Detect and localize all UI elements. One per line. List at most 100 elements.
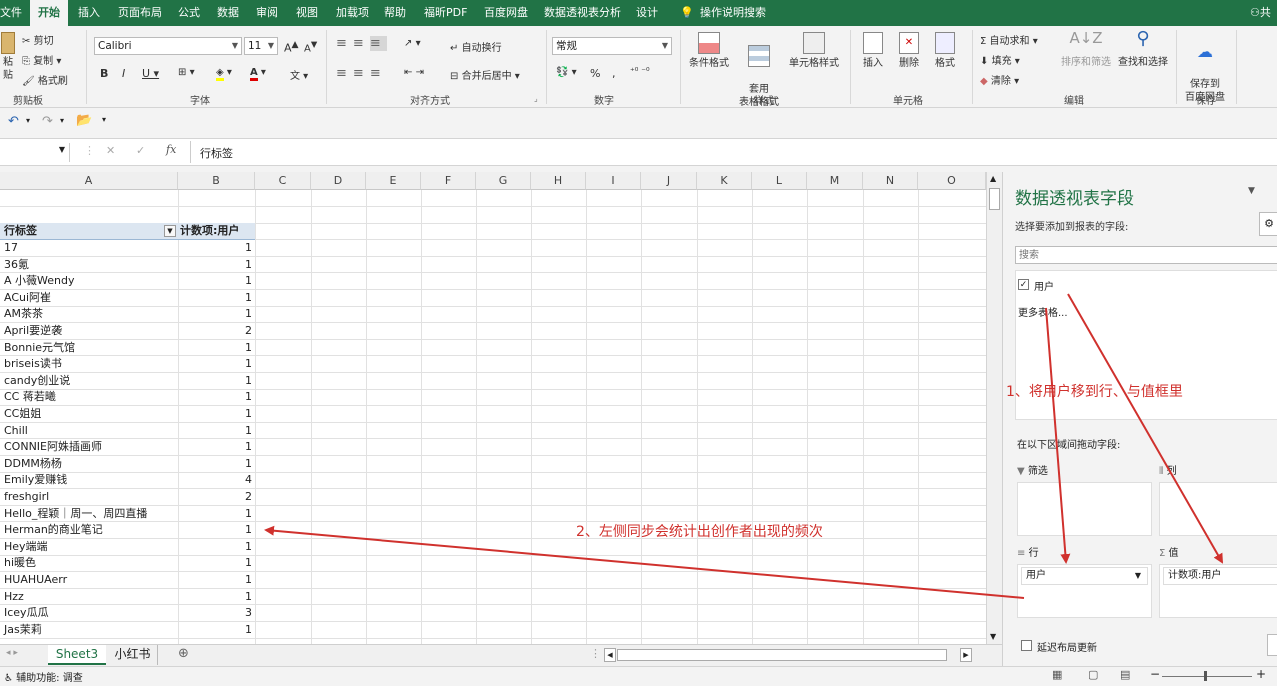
pivot-row-label[interactable]: Herman的商业笔记 [4,522,103,538]
sheet-tab-sheet3[interactable]: Sheet3 [48,645,106,665]
vertical-align-buttons[interactable]: ≡≡≡ [336,36,387,51]
worksheet-grid[interactable]: A B C D E F G H I J K L M N O 行标签 ▼ 计数项:… [0,172,986,644]
insert-cells-button[interactable]: 插入 [856,32,890,70]
pivot-row-label[interactable]: CC姐姐 [4,406,41,422]
pivot-row-label[interactable]: Chill [4,423,28,439]
accounting-format-button[interactable]: 💱 ▾ [556,67,577,78]
pivot-row-count[interactable]: 1 [180,340,252,356]
pivot-row-count[interactable]: 1 [180,439,252,455]
split-handle-icon[interactable]: ⋮ [590,647,601,660]
pivot-row-label[interactable]: candy创业说 [4,373,70,389]
fill-button[interactable]: ⬇ 填充 ▾ [980,52,1020,67]
column-header-m[interactable]: M [807,172,863,190]
column-header-d[interactable]: D [311,172,366,190]
copy-button[interactable]: ⎘ 复制 ▾ [22,52,61,67]
cancel-icon[interactable]: ✕ [106,144,115,157]
font-size-combo[interactable]: 11▼ [244,37,278,55]
column-header-e[interactable]: E [366,172,421,190]
scroll-thumb[interactable] [989,188,1000,210]
zoom-in-icon[interactable]: + [1256,667,1266,681]
decrease-font-button[interactable]: A▼ [304,39,317,54]
folder-icon[interactable]: 📂 [76,113,92,128]
pivot-row-label[interactable]: Hey端端 [4,539,48,555]
pivot-row-count[interactable]: 1 [180,456,252,472]
column-header-o[interactable]: O [918,172,986,190]
font-color-button[interactable]: A ▾ [250,67,266,78]
undo-icon[interactable]: ↶ [8,114,19,129]
pivot-row-count[interactable]: 1 [180,572,252,588]
border-button[interactable]: ⊞ ▾ [178,67,195,78]
pivot-row-label[interactable]: Emily爱赚钱 [4,472,67,488]
rows-area[interactable]: 用户▼ [1017,564,1152,618]
column-header-f[interactable]: F [421,172,476,190]
column-header-g[interactable]: G [476,172,531,190]
gear-icon[interactable]: ⚙ [1259,212,1277,236]
indent-buttons[interactable]: ⇤ ⇥ [404,67,424,78]
pivot-row-count[interactable]: 1 [180,273,252,289]
pivot-row-count[interactable]: 1 [180,389,252,405]
increase-font-button[interactable]: A▲ [284,39,299,55]
vertical-scrollbar[interactable]: ▲ ▼ [986,172,1002,644]
pivot-row-count[interactable]: 1 [180,539,252,555]
normal-view-icon[interactable]: ▦ [1052,668,1062,681]
columns-area[interactable] [1159,482,1277,536]
filter-dropdown-icon[interactable]: ▼ [164,225,176,237]
pivot-row-label[interactable]: Hello_程颖｜周一、周四直播 [4,506,147,522]
pivot-row-label[interactable]: Hzz [4,589,24,605]
tab-file[interactable]: 文件 [0,0,22,26]
add-sheet-icon[interactable]: ⊕ [178,646,189,661]
field-search-input[interactable] [1015,246,1277,264]
column-header-h[interactable]: H [531,172,586,190]
delete-cells-button[interactable]: ✕ 删除 [892,32,926,70]
defer-update-checkbox[interactable] [1021,640,1032,651]
tab-nav-icon[interactable]: ◂ ▸ [6,648,18,658]
pivot-row-count[interactable]: 1 [180,622,252,638]
pivot-row-count[interactable]: 1 [180,306,252,322]
number-format-combo[interactable]: 常规▼ [552,37,672,55]
pivot-row-count[interactable]: 3 [180,605,252,621]
pivot-row-label[interactable]: ACui阿崔 [4,290,51,306]
zoom-slider-thumb[interactable] [1204,671,1207,681]
scroll-left-icon[interactable]: ◀ [604,648,616,662]
values-area[interactable]: 计数项:用户 [1159,564,1277,618]
column-header-a[interactable]: A [0,172,178,190]
column-header-n[interactable]: N [863,172,918,190]
pivot-row-label[interactable]: HUAHUAerr [4,572,67,588]
pivot-row-label[interactable]: Bonnie元气馆 [4,340,75,356]
pivot-row-label[interactable]: CC 蒋若曦 [4,389,56,405]
tab-data[interactable]: 数据 [217,0,239,26]
column-header-b[interactable]: B [178,172,255,190]
name-box[interactable]: ▼ [0,143,70,162]
autosum-button[interactable]: Σ 自动求和 ▾ [980,32,1038,47]
sort-filter-button[interactable]: A↓Z 排序和筛选 [1058,32,1114,69]
page-break-view-icon[interactable]: ▤ [1120,668,1130,681]
pivot-row-label[interactable]: CONNIE阿姝插画师 [4,439,102,455]
conditional-format-button[interactable]: 条件格式 [686,32,732,70]
field-checkbox[interactable]: ✓ [1018,279,1029,290]
scroll-right-icon[interactable]: ▶ [960,648,972,662]
pivot-row-label[interactable]: A 小薇Wendy [4,273,75,289]
values-field-count-user[interactable]: 计数项:用户 [1163,567,1277,585]
user-account[interactable]: ⚇共 [1250,0,1271,26]
cell-styles-button[interactable]: 单元格样式 [786,32,842,70]
fill-color-button[interactable]: ◈ ▾ [216,67,232,78]
pivot-row-label[interactable]: freshgirl [4,489,49,505]
paste-button[interactable]: 粘贴 [0,32,16,82]
tab-formulas[interactable]: 公式 [178,0,200,26]
wrap-text-button[interactable]: ↵ 自动换行 [450,39,502,54]
column-header-c[interactable]: C [255,172,311,190]
decimal-buttons[interactable]: ⁺⁰ ⁻⁰ [630,67,650,77]
column-header-k[interactable]: K [697,172,752,190]
pivot-row-label[interactable]: Icey瓜瓜 [4,605,49,621]
formula-content[interactable]: 行标签 [200,145,233,161]
tab-view[interactable]: 视图 [296,0,318,26]
customize-qat-icon[interactable]: ▾ [102,115,106,124]
accessibility-status[interactable]: ♿ 辅助功能: 调查 [4,669,83,684]
tab-addins[interactable]: 加载项 [336,0,369,26]
confirm-icon[interactable]: ✓ [136,144,145,157]
cut-button[interactable]: ✂ 剪切 [22,32,54,47]
pivot-row-label[interactable]: April要逆袭 [4,323,62,339]
tab-design[interactable]: 设计 [636,0,658,26]
pivot-row-count[interactable]: 1 [180,506,252,522]
page-layout-view-icon[interactable]: ▢ [1088,668,1098,681]
